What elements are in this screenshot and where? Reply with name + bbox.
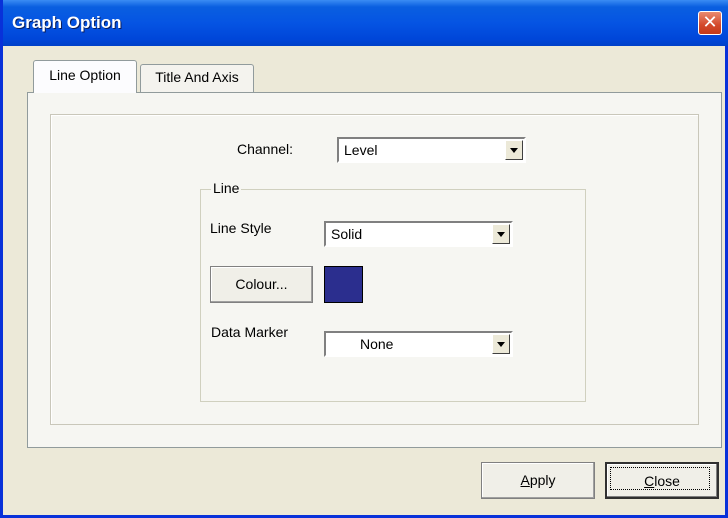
channel-select[interactable]: Level xyxy=(337,137,526,163)
window-title: Graph Option xyxy=(12,13,122,32)
data-marker-select[interactable]: None xyxy=(324,331,513,357)
channel-label: Channel: xyxy=(237,141,294,157)
colour-button[interactable]: Colour... xyxy=(210,266,313,303)
line-group-legend: Line xyxy=(211,180,242,196)
colour-swatch[interactable] xyxy=(324,266,363,303)
title-bar[interactable]: Graph Option ✕ xyxy=(3,0,728,46)
close-button-focus-ring xyxy=(610,467,710,490)
chevron-down-icon[interactable] xyxy=(492,334,510,354)
tab-title-and-axis[interactable]: Title And Axis xyxy=(140,64,254,92)
graph-option-dialog: Graph Option ✕ Line Option Title And Axi… xyxy=(0,0,728,518)
line-style-select-value: Solid xyxy=(331,226,363,242)
data-marker-label: Data Marker xyxy=(211,324,289,340)
chevron-down-icon[interactable] xyxy=(492,224,510,244)
line-style-select[interactable]: Solid xyxy=(324,221,513,247)
apply-button[interactable]: Apply xyxy=(481,462,595,499)
tab-line-option[interactable]: Line Option xyxy=(33,60,137,93)
close-icon[interactable]: ✕ xyxy=(698,11,722,35)
line-style-label: Line Style xyxy=(210,220,272,236)
chevron-down-icon[interactable] xyxy=(505,140,523,160)
channel-select-value: Level xyxy=(344,142,378,158)
data-marker-select-value: None xyxy=(360,336,394,352)
